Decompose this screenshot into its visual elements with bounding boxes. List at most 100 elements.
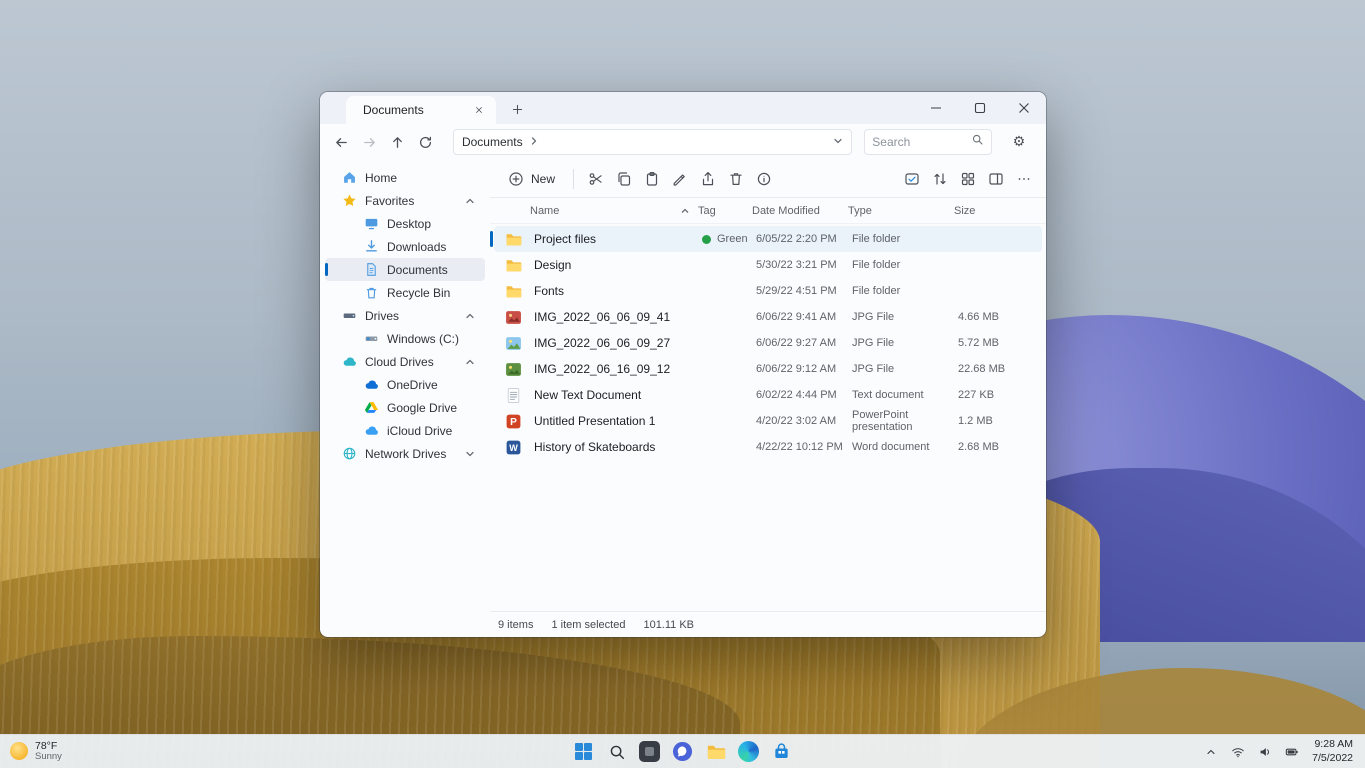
rename-icon[interactable] [666, 165, 694, 193]
column-header-date[interactable]: Date Modified [752, 205, 848, 217]
svg-text:W: W [509, 443, 518, 453]
microsoft-store-icon[interactable] [769, 739, 795, 765]
sidebar-item-home[interactable]: Home [325, 166, 485, 189]
details-pane-icon[interactable] [982, 165, 1010, 193]
forward-button[interactable] [356, 128, 382, 156]
folder-icon [504, 282, 522, 300]
icloud-icon [363, 423, 379, 439]
volume-icon[interactable] [1254, 741, 1276, 763]
text-file-icon [504, 386, 522, 404]
cut-icon[interactable] [582, 165, 610, 193]
share-icon[interactable] [694, 165, 722, 193]
sidebar-item-google-drive[interactable]: Google Drive [325, 396, 485, 419]
chat-teams-icon[interactable] [670, 739, 696, 765]
file-row-project-files[interactable]: Project files Green 6/05/22 2:20 PM File… [490, 226, 1042, 252]
sidebar-item-icloud-drive[interactable]: iCloud Drive [325, 419, 485, 442]
taskbar-clock[interactable]: 9:28 AM 7/5/2022 [1312, 738, 1357, 765]
edge-browser-icon[interactable] [736, 739, 762, 765]
clock-date: 7/5/2022 [1312, 751, 1353, 764]
view-options-icon[interactable] [954, 165, 982, 193]
task-view-icon[interactable] [637, 739, 663, 765]
properties-icon[interactable] [750, 165, 778, 193]
address-text: Documents [461, 135, 523, 149]
see-more-icon[interactable] [1010, 165, 1038, 193]
refresh-button[interactable] [413, 128, 439, 156]
command-toolbar: New [490, 160, 1046, 198]
jpg-file-icon [504, 334, 522, 352]
status-selected-size: 101.11 KB [643, 618, 695, 631]
file-explorer-icon[interactable] [703, 739, 729, 765]
column-header-name[interactable]: Name [530, 205, 698, 217]
weather-condition: Sunny [35, 751, 62, 763]
new-button[interactable]: New [498, 165, 565, 193]
column-header-tag[interactable]: Tag [698, 205, 752, 217]
file-list: Project files Green 6/05/22 2:20 PM File… [490, 224, 1046, 611]
tab-documents[interactable]: Documents [346, 96, 496, 129]
tab-title: Documents [363, 103, 424, 117]
clock-time: 9:28 AM [1314, 737, 1353, 750]
sidebar-item-cloud-drives[interactable]: Cloud Drives [325, 350, 485, 373]
settings-gear-icon[interactable]: ⚙ [1006, 128, 1032, 156]
status-selected-count: 1 item selected [551, 618, 626, 631]
sidebar: Home Favorites Desktop Downloads Documen… [320, 160, 490, 637]
tab-close-icon[interactable] [470, 101, 488, 119]
sidebar-item-favorites[interactable]: Favorites [325, 189, 485, 212]
maximize-button[interactable] [958, 92, 1002, 124]
sidebar-item-drives[interactable]: Drives [325, 304, 485, 327]
drive-icon [341, 308, 357, 324]
chevron-up-icon[interactable] [465, 311, 475, 321]
window-caption-buttons [914, 92, 1046, 124]
file-row-fonts[interactable]: Fonts 5/29/22 4:51 PM File folder [494, 278, 1042, 304]
paste-icon[interactable] [638, 165, 666, 193]
taskbar-search-button[interactable] [604, 739, 630, 765]
sun-icon [10, 742, 28, 761]
onedrive-icon [363, 377, 379, 393]
address-bar[interactable]: Documents [452, 129, 853, 155]
column-header-size[interactable]: Size [954, 205, 1024, 217]
sidebar-item-documents[interactable]: Documents [325, 258, 485, 281]
search-box [864, 129, 992, 155]
preview-toggle-icon[interactable] [898, 165, 926, 193]
taskbar-center-icons [571, 739, 795, 765]
column-header-type[interactable]: Type [848, 205, 954, 217]
search-icon [971, 133, 984, 151]
sort-ascending-icon [680, 206, 690, 216]
sidebar-item-onedrive[interactable]: OneDrive [325, 373, 485, 396]
powerpoint-file-icon: P [504, 412, 522, 430]
chevron-up-icon[interactable] [465, 196, 475, 206]
minimize-button[interactable] [914, 92, 958, 124]
address-dropdown-icon[interactable] [833, 135, 843, 149]
file-row-design[interactable]: Design 5/30/22 3:21 PM File folder [494, 252, 1042, 278]
back-button[interactable] [328, 128, 354, 156]
sort-icon[interactable] [926, 165, 954, 193]
weather-widget[interactable]: 78°F Sunny [10, 740, 62, 763]
monitor-icon [363, 216, 379, 232]
google-drive-icon [363, 400, 379, 416]
chevron-down-icon[interactable] [465, 449, 475, 459]
delete-icon[interactable] [722, 165, 750, 193]
file-row-img-09-27[interactable]: IMG_2022_06_06_09_27 6/06/22 9:27 AM JPG… [494, 330, 1042, 356]
file-row-img-09-41[interactable]: IMG_2022_06_06_09_41 6/06/22 9:41 AM JPG… [494, 304, 1042, 330]
sidebar-item-recycle-bin[interactable]: Recycle Bin [325, 281, 485, 304]
tray-chevron-up-icon[interactable] [1200, 741, 1222, 763]
start-button[interactable] [571, 739, 597, 765]
sidebar-item-downloads[interactable]: Downloads [325, 235, 485, 258]
jpg-file-icon [504, 360, 522, 378]
file-row-img-09-12[interactable]: IMG_2022_06_16_09_12 6/06/22 9:12 AM JPG… [494, 356, 1042, 382]
battery-icon[interactable] [1281, 741, 1303, 763]
close-button[interactable] [1002, 92, 1046, 124]
copy-icon[interactable] [610, 165, 638, 193]
file-row-new-text-document[interactable]: New Text Document 6/02/22 4:44 PM Text d… [494, 382, 1042, 408]
file-row-untitled-presentation[interactable]: P Untitled Presentation 1 4/20/22 3:02 A… [494, 408, 1042, 434]
new-tab-button[interactable] [504, 96, 530, 122]
chevron-up-icon[interactable] [465, 357, 475, 367]
sidebar-item-network-drives[interactable]: Network Drives [325, 442, 485, 465]
status-item-count: 9 items [498, 618, 534, 631]
file-row-history-of-skateboards[interactable]: W History of Skateboards 4/22/22 10:12 P… [494, 434, 1042, 460]
search-input[interactable] [872, 135, 971, 149]
windows-logo-icon [575, 743, 592, 760]
sidebar-item-desktop[interactable]: Desktop [325, 212, 485, 235]
sidebar-item-windows-c[interactable]: Windows (C:) [325, 327, 485, 350]
wifi-icon[interactable] [1227, 741, 1249, 763]
up-button[interactable] [384, 128, 410, 156]
